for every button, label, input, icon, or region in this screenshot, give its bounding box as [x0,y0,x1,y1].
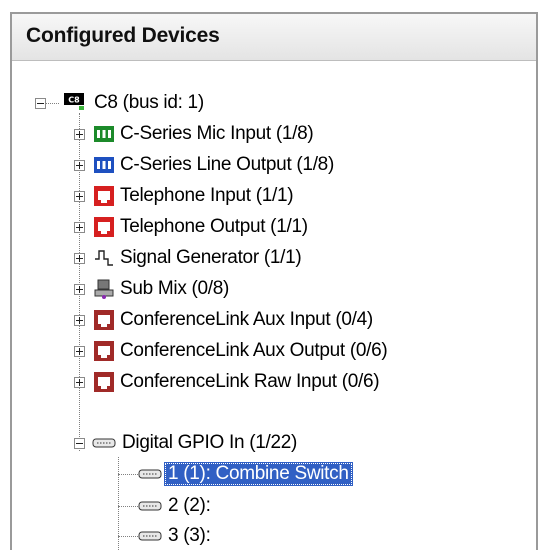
tree-node-mic-input[interactable]: C-Series Mic Input (1/8) [116,122,317,146]
tree-node-signal-generator[interactable]: Signal Generator (1/1) [116,246,305,270]
tree-node-line-output[interactable]: C-Series Line Output (1/8) [116,153,338,177]
gpio-connector-icon [138,526,162,546]
tree-node-gpio-3[interactable]: 3 (3): [164,524,215,548]
tree-node-sub-mix[interactable]: Sub Mix (0/8) [116,277,233,301]
expand-toggle[interactable] [74,315,85,326]
tree-node-conferencelink-raw-input[interactable]: ConferenceLink Raw Input (0/6) [116,370,383,394]
telephone-output-icon [94,217,114,237]
collapse-toggle[interactable] [35,98,46,109]
panel-title: Configured Devices [26,24,220,47]
expand-toggle[interactable] [74,284,85,295]
expand-toggle[interactable] [74,129,85,140]
tree-node-gpio-1[interactable]: 1 (1): Combine Switch [164,462,353,486]
mic-input-icon [94,124,114,144]
configured-devices-panel: Configured Devices C8 C8 (bus id: 1) C-S… [10,12,538,550]
collapse-toggle[interactable] [74,438,85,449]
conferencelink-icon [94,341,114,361]
tree-line [118,506,138,507]
tree-node-gpio-2[interactable]: 2 (2): [164,494,215,518]
tree-node-conferencelink-aux-output[interactable]: ConferenceLink Aux Output (0/6) [116,339,391,363]
gpio-connector-icon [138,464,162,484]
device-chip-icon: C8 [63,91,85,111]
signal-generator-icon [94,248,114,268]
expand-toggle[interactable] [74,160,85,171]
conferencelink-icon [94,310,114,330]
gpio-connector-icon [138,496,162,516]
expand-toggle[interactable] [74,377,85,388]
gpio-connector-icon [92,433,116,453]
line-output-icon [94,155,114,175]
telephone-input-icon [94,186,114,206]
device-tree[interactable]: C8 C8 (bus id: 1) C-Series Mic Input (1/… [12,61,536,550]
tree-line [118,474,138,475]
panel-header: Configured Devices [12,14,536,61]
conferencelink-icon [94,372,114,392]
tree-line [118,536,138,537]
tree-node-digital-gpio-in[interactable]: Digital GPIO In (1/22) [118,431,301,455]
tree-node-telephone-output[interactable]: Telephone Output (1/1) [116,215,312,239]
tree-node-c8[interactable]: C8 (bus id: 1) [90,91,208,115]
sub-mix-icon [94,279,114,299]
expand-toggle[interactable] [74,253,85,264]
tree-node-conferencelink-aux-input[interactable]: ConferenceLink Aux Input (0/4) [116,308,377,332]
device-badge-label: C8 [68,96,80,105]
expand-toggle[interactable] [74,191,85,202]
tree-node-telephone-input[interactable]: Telephone Input (1/1) [116,184,297,208]
expand-toggle[interactable] [74,346,85,357]
tree-line [45,103,59,104]
expand-toggle[interactable] [74,222,85,233]
